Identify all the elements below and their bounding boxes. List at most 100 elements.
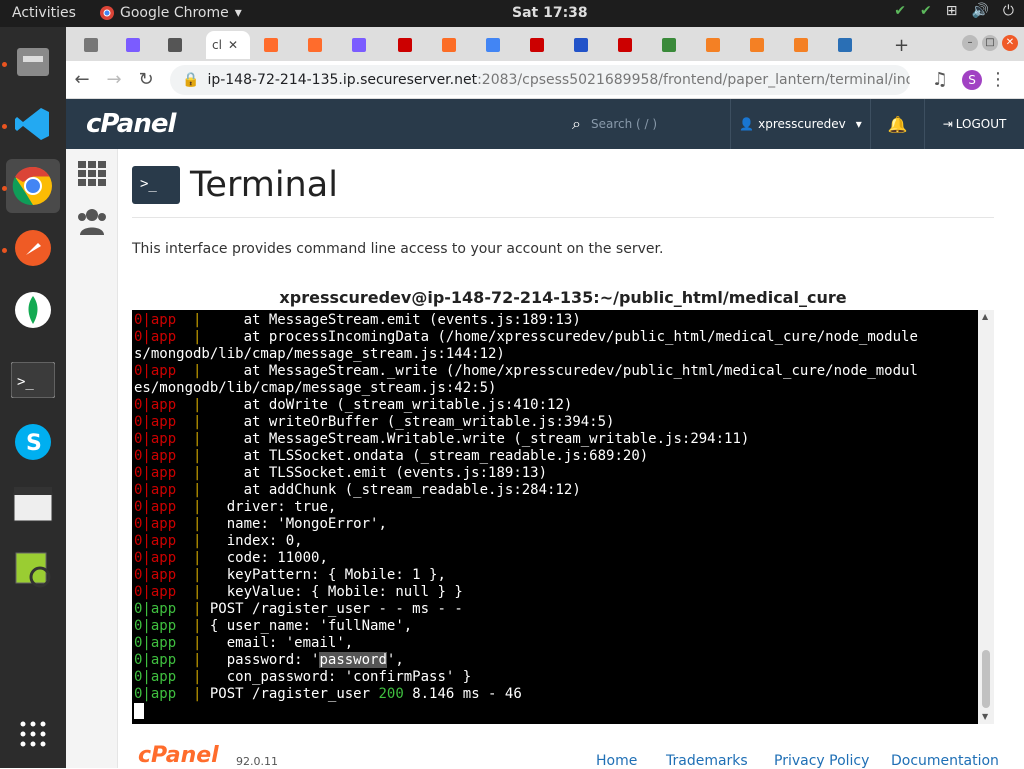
network-icon[interactable]: ⊞ xyxy=(946,3,958,19)
footer-link-trademarks[interactable]: Trademarks xyxy=(666,753,748,769)
cpanel-logo[interactable]: cPanel xyxy=(86,109,176,139)
terminal-line: 0|app | index: 0, xyxy=(134,533,303,549)
clock[interactable]: Sat 17:38 xyxy=(512,5,588,21)
notifications-bell-icon[interactable]: 🔔 xyxy=(870,99,924,149)
tab[interactable] xyxy=(612,31,642,59)
terminal-line: 0|app | at MessageStream.Writable.write … xyxy=(134,431,750,447)
app-menu[interactable]: Google Chrome ▾ xyxy=(100,5,242,21)
tab[interactable] xyxy=(392,31,422,59)
cpanel-header: cPanel ⌕ Search ( / ) 👤 xpresscuredev ▾ … xyxy=(66,99,1024,149)
mongodb-compass-icon[interactable] xyxy=(6,283,60,337)
address-bar[interactable]: 🔒 ip-148-72-214-135.ip.secureserver.net:… xyxy=(170,64,910,95)
tab[interactable] xyxy=(744,31,774,59)
tab[interactable] xyxy=(788,31,818,59)
terminal-app-icon[interactable]: >_ xyxy=(6,353,60,407)
terminal-line: 0|app | at processIncomingData (/home/xp… xyxy=(134,329,918,345)
skype-icon[interactable]: S xyxy=(6,415,60,469)
terminal-line: 0|app | at doWrite (_stream_writable.js:… xyxy=(134,397,573,413)
user-icon: 👤 xyxy=(739,117,755,131)
terminal-line: 0|app | at MessageStream.emit (events.js… xyxy=(134,312,581,328)
user-menu[interactable]: 👤 xpresscuredev ▾ xyxy=(730,99,870,149)
terminal-cursor xyxy=(134,703,144,719)
files-icon[interactable] xyxy=(6,35,60,89)
page-title: Terminal xyxy=(190,165,338,205)
lock-icon[interactable]: 🔒 xyxy=(182,72,199,88)
minimize-icon[interactable]: – xyxy=(962,35,978,51)
chrome-dock-icon[interactable] xyxy=(6,159,60,213)
vscode-icon[interactable] xyxy=(6,97,60,151)
footer-link-home[interactable]: Home xyxy=(596,753,637,769)
image-viewer-icon[interactable] xyxy=(6,543,60,597)
profile-avatar[interactable]: S xyxy=(962,69,982,90)
footer-link-privacy[interactable]: Privacy Policy xyxy=(774,753,869,769)
page-description: This interface provides command line acc… xyxy=(132,241,664,257)
tab[interactable] xyxy=(524,31,554,59)
grid-icon[interactable] xyxy=(78,161,106,187)
video-editor-icon[interactable] xyxy=(6,477,60,531)
logout-icon: ⇥ xyxy=(942,117,953,131)
forward-icon[interactable]: → xyxy=(98,69,130,90)
terminal-line: 0|app | POST /ragister_user - - ms - - xyxy=(134,601,463,617)
tab[interactable] xyxy=(480,31,510,59)
running-indicator xyxy=(2,62,7,67)
postman-icon[interactable] xyxy=(6,221,60,275)
scroll-up-icon[interactable]: ▲ xyxy=(982,312,988,321)
chrome-window: cl ✕ + – □ ✕ ← → ↻ 🔒 ip-148-72-214-135.ip… xyxy=(66,27,1024,769)
terminal-icon: >_ xyxy=(132,166,180,204)
tab[interactable] xyxy=(656,31,686,59)
users-icon[interactable] xyxy=(76,207,108,235)
browser-menu-icon[interactable]: ⋮ xyxy=(982,69,1014,90)
tab[interactable] xyxy=(120,31,150,59)
reload-icon[interactable]: ↻ xyxy=(130,69,162,90)
footer-link-documentation[interactable]: Documentation xyxy=(891,753,999,769)
running-indicator xyxy=(2,186,7,191)
terminal-line: 0|app | driver: true, xyxy=(134,499,337,515)
terminal-scrollbar[interactable]: ▲ ▼ xyxy=(978,310,994,724)
app-name: Google Chrome xyxy=(120,5,229,21)
scroll-down-icon[interactable]: ▼ xyxy=(982,712,988,721)
tab[interactable] xyxy=(302,31,332,59)
footer-logo[interactable]: cPanel xyxy=(138,743,219,768)
chevron-down-icon: ▾ xyxy=(234,5,242,21)
tab-label: cl xyxy=(212,38,222,52)
chevron-down-icon: ▾ xyxy=(855,117,862,131)
volume-icon[interactable]: 🔊 xyxy=(971,3,988,19)
scrollbar-thumb[interactable] xyxy=(982,650,990,708)
tab[interactable] xyxy=(700,31,730,59)
cpanel-sidebar xyxy=(66,149,118,768)
tab[interactable] xyxy=(832,31,862,59)
close-window-icon[interactable]: ✕ xyxy=(1002,35,1018,51)
cpanel-search[interactable]: ⌕ Search ( / ) xyxy=(572,99,730,149)
cpanel-footer: cPanel 92.0.11 Home Trademarks Privacy P… xyxy=(132,743,999,769)
url-path: :2083/cpsess5021689958/frontend/paper_la… xyxy=(477,71,910,88)
logout-label: LOGOUT xyxy=(955,117,1007,131)
terminal-line: 0|app | keyPattern: { Mobile: 1 }, xyxy=(134,567,446,583)
ubuntu-dock: >_ S xyxy=(0,27,66,768)
new-tab-button[interactable]: + xyxy=(888,31,918,59)
tab-active[interactable]: cl ✕ xyxy=(206,31,250,59)
system-tray[interactable]: ✔ ✔ ⊞ 🔊 ⏻ xyxy=(894,3,1014,19)
power-icon[interactable]: ⏻ xyxy=(1003,3,1014,19)
tab[interactable] xyxy=(346,31,376,59)
tab[interactable] xyxy=(568,31,598,59)
back-icon[interactable]: ← xyxy=(66,69,98,90)
tab[interactable] xyxy=(436,31,466,59)
maximize-icon[interactable]: □ xyxy=(982,35,998,51)
show-apps-icon[interactable] xyxy=(6,707,60,761)
activities-button[interactable]: Activities xyxy=(12,5,76,21)
tab-strip: cl ✕ + – □ ✕ xyxy=(66,27,1024,61)
terminal-line: 0|app | password: 'password', xyxy=(134,652,404,668)
media-control-icon[interactable]: ♫ xyxy=(924,69,956,90)
system-top-bar: Activities Google Chrome ▾ Sat 17:38 ✔ ✔… xyxy=(0,0,1024,27)
version: 92.0.11 xyxy=(236,755,278,768)
update-icon-2[interactable]: ✔ xyxy=(920,3,932,19)
terminal-output[interactable]: 0|app | at MessageStream.emit (events.js… xyxy=(132,310,978,724)
update-icon[interactable]: ✔ xyxy=(894,3,906,19)
close-tab-icon[interactable]: ✕ xyxy=(228,38,238,52)
divider xyxy=(132,217,994,218)
tab[interactable] xyxy=(78,31,108,59)
terminal-cursor-line[interactable] xyxy=(134,703,978,720)
tab[interactable] xyxy=(162,31,192,59)
tab[interactable] xyxy=(258,31,288,59)
logout-button[interactable]: ⇥ LOGOUT xyxy=(924,99,1024,149)
